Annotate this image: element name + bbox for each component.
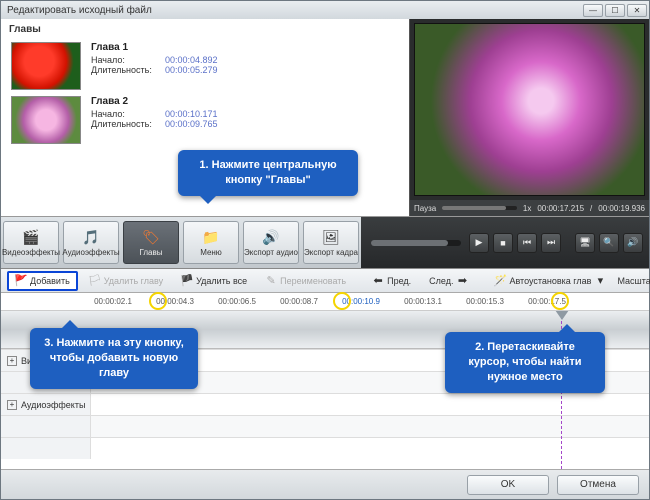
chapter-title: Глава 2 <box>91 96 218 107</box>
flag-x-icon: 🏳 <box>89 275 101 287</box>
chapter-toolbar: 🚩Добавить 🏳Удалить главу 🏴Удалить все ✎П… <box>1 269 649 293</box>
stop-button[interactable]: ■ <box>493 233 513 253</box>
chapters-heading: Главы <box>1 19 409 38</box>
chapter-item[interactable]: Глава 1 Начало:00:00:04.892 Длительность… <box>11 42 399 90</box>
tag-icon: 🏷 <box>141 228 161 246</box>
expand-icon[interactable]: + <box>7 356 17 366</box>
flag-icon: 🚩 <box>15 275 27 287</box>
audio-fx-track[interactable]: +Аудиоэффекты <box>1 393 649 415</box>
music-icon: 🎵 <box>81 228 101 246</box>
chapters-button[interactable]: 🏷Главы <box>123 221 179 264</box>
folder-icon: 📁 <box>201 228 221 246</box>
preview-panel: Пауза 1x 00:00:17.215/ 00:00:19.936 <box>409 19 649 216</box>
tutorial-callout-3: 3. Нажмите на эту кнопку, чтобы добавить… <box>30 328 198 389</box>
delete-chapter-button[interactable]: 🏳Удалить главу <box>82 272 170 290</box>
next-frame-button[interactable]: ⏭ <box>541 233 561 253</box>
flags-icon: 🏴 <box>181 275 193 287</box>
chapter-thumbnail <box>11 96 81 144</box>
window-title: Редактировать исходный файл <box>7 5 152 16</box>
wand-icon: 🪄 <box>494 275 506 287</box>
add-chapter-button[interactable]: 🚩Добавить <box>7 271 78 291</box>
arrow-right-icon: ➡ <box>456 275 468 287</box>
next-chapter-button[interactable]: След.➡ <box>422 272 475 290</box>
play-button[interactable]: ▶ <box>469 233 489 253</box>
menu-button[interactable]: 📁Меню <box>183 221 239 264</box>
expand-icon[interactable]: + <box>7 400 17 410</box>
chapter-item[interactable]: Глава 2 Начало:00:00:10.171 Длительность… <box>11 96 399 144</box>
playback-state: Пауза <box>414 204 436 213</box>
time-current: 00:00:17.215 <box>537 204 584 213</box>
seek-slider[interactable] <box>371 240 461 246</box>
dialog-footer: OK Отмена <box>1 469 649 499</box>
zoom-control: Масштаб: − ＋ ⛶ <box>617 275 650 287</box>
time-total: 00:00:19.936 <box>598 204 645 213</box>
zoom-button[interactable]: 🔍 <box>599 233 619 253</box>
titlebar: Редактировать исходный файл — ☐ ✕ <box>1 1 649 19</box>
speaker-icon: 🔊 <box>261 228 281 246</box>
export-frame-button[interactable]: 🖼Экспорт кадра <box>303 221 359 264</box>
video-preview[interactable] <box>414 23 645 196</box>
rename-chapter-button[interactable]: ✎Переименовать <box>258 272 353 290</box>
tutorial-callout-1: 1. Нажмите центральную кнопку "Главы" <box>178 150 358 196</box>
arrow-left-icon: ⬅ <box>372 275 384 287</box>
player-controls: ▶ ■ ⏮ ⏭ 🖥 🔍 🔊 <box>361 217 649 268</box>
main-toolbar: 🎬Видеоэффекты 🎵Аудиоэффекты 🏷Главы 📁Меню… <box>1 217 649 269</box>
cancel-button[interactable]: Отмена <box>557 475 639 495</box>
close-button[interactable]: ✕ <box>627 4 647 17</box>
minimize-button[interactable]: — <box>583 4 603 17</box>
tutorial-callout-2: 2. Перетаскивайте курсор, чтобы найти ну… <box>445 332 605 393</box>
fullscreen-button[interactable]: 🖥 <box>575 233 595 253</box>
prev-frame-button[interactable]: ⏮ <box>517 233 537 253</box>
preview-status-bar: Пауза 1x 00:00:17.215/ 00:00:19.936 <box>410 200 649 216</box>
export-audio-button[interactable]: 🔊Экспорт аудио <box>243 221 299 264</box>
auto-chapters-button[interactable]: 🪄Автоустановка глав▾ <box>487 272 613 290</box>
video-effects-button[interactable]: 🎬Видеоэффекты <box>3 221 59 264</box>
scale-label: Масштаб: <box>617 276 650 286</box>
time-ruler[interactable]: 00:00:02.1 00:00:04.3 00:00:06.5 00:00:0… <box>1 293 649 311</box>
playback-speed: 1x <box>523 204 531 213</box>
prev-chapter-button[interactable]: ⬅Пред. <box>365 272 418 290</box>
chapter-thumbnail <box>11 42 81 90</box>
audio-effects-button[interactable]: 🎵Аудиоэффекты <box>63 221 119 264</box>
preview-progress[interactable] <box>442 206 517 210</box>
track-row[interactable] <box>1 415 649 437</box>
film-icon: 🎬 <box>21 228 41 246</box>
volume-button[interactable]: 🔊 <box>623 233 643 253</box>
image-icon: 🖼 <box>321 228 341 246</box>
delete-all-button[interactable]: 🏴Удалить все <box>174 272 254 290</box>
track-row[interactable] <box>1 437 649 459</box>
maximize-button[interactable]: ☐ <box>605 4 625 17</box>
app-window: Редактировать исходный файл — ☐ ✕ Главы … <box>0 0 650 500</box>
ok-button[interactable]: OK <box>467 475 549 495</box>
chevron-down-icon: ▾ <box>594 275 606 287</box>
pencil-icon: ✎ <box>265 275 277 287</box>
chapter-title: Глава 1 <box>91 42 218 53</box>
